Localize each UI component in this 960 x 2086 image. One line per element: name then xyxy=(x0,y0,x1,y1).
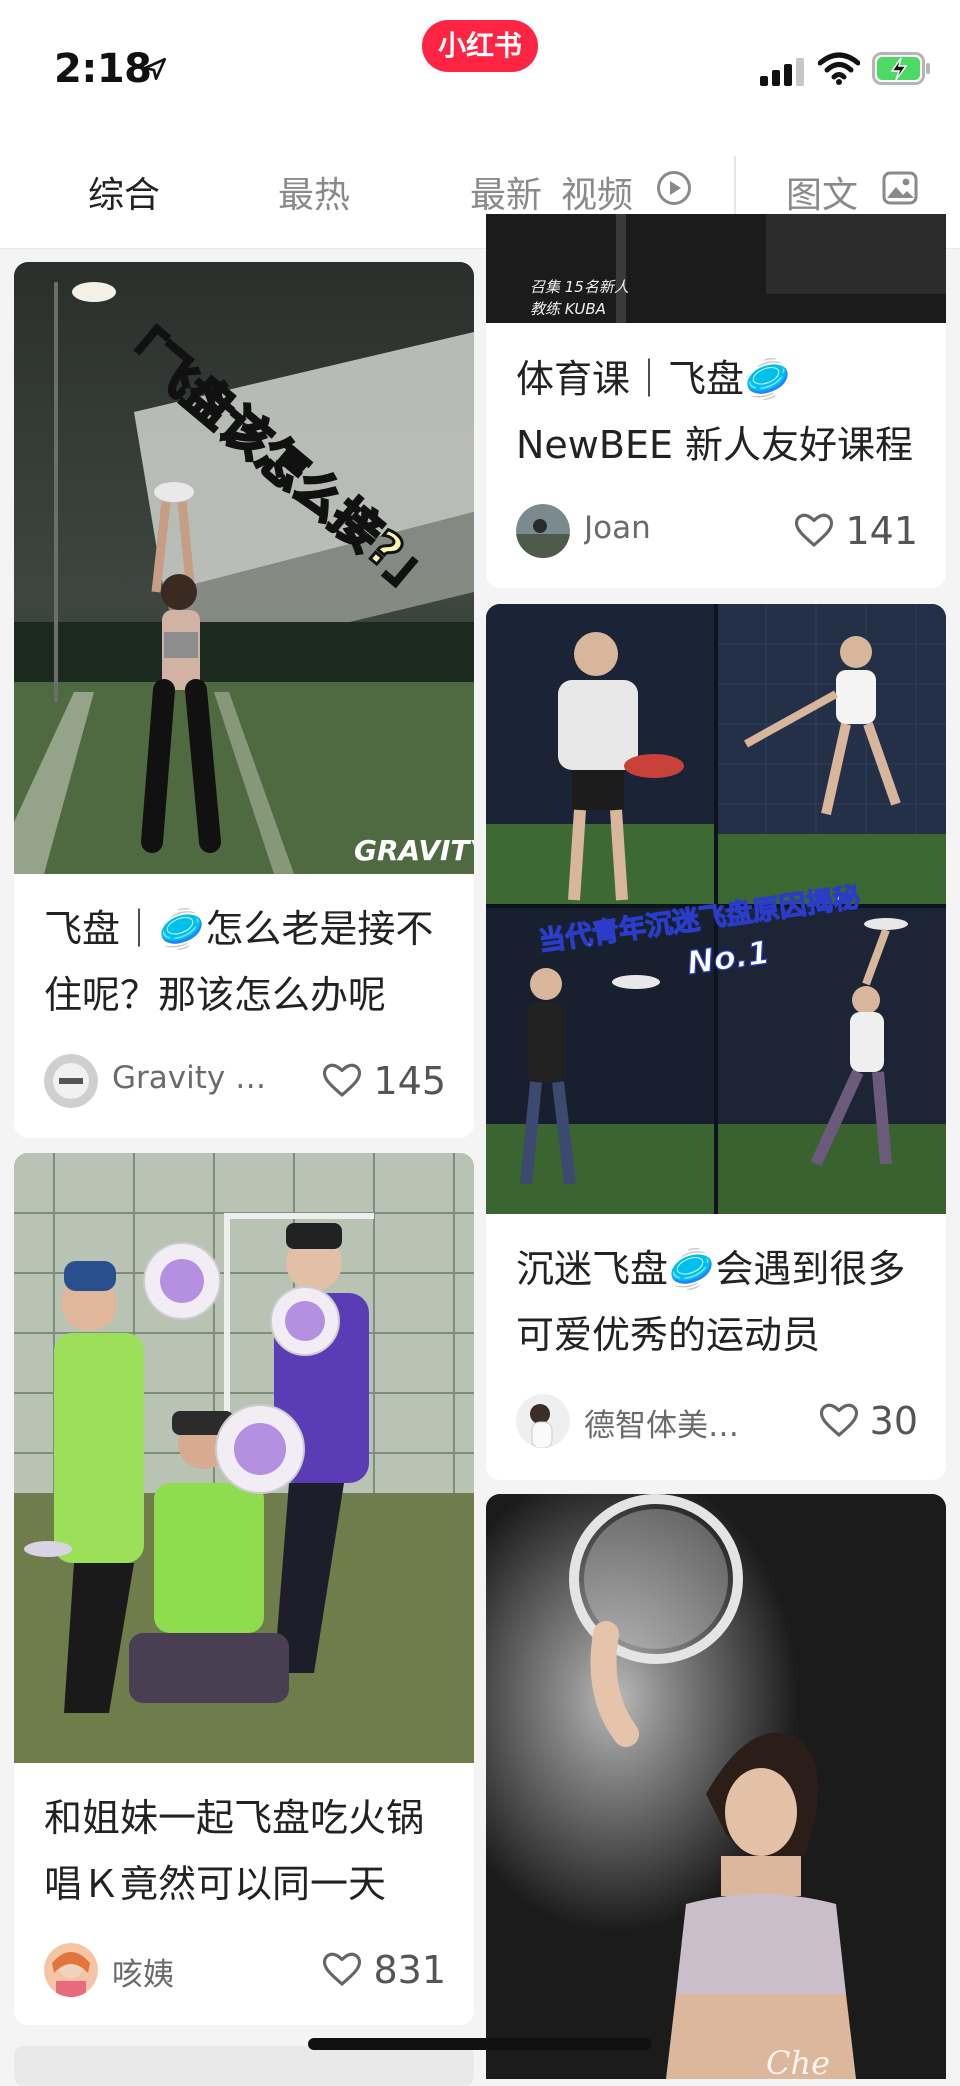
note-cover-image[interactable] xyxy=(14,1153,474,1763)
tab-hottest[interactable]: 最热 xyxy=(278,166,350,218)
author-name[interactable]: 德智体美… xyxy=(584,1400,754,1445)
note-card[interactable]: 召集 15名新人 教练 KUBA 体育课｜飞盘🥏NewBEE 新人友好课程 Jo… xyxy=(486,214,946,588)
note-card[interactable]: 「飞盘该怎么接?」 GRAVITY 飞盘｜🥏怎么老是接不住呢？那该怎么办呢 Gr… xyxy=(14,262,474,1138)
note-card[interactable]: 和姐妹一起飞盘吃火锅唱Ｋ竟然可以同一天 咳姨 831 xyxy=(14,1153,474,2025)
tab-image-text[interactable]: 图文 xyxy=(786,166,858,218)
status-bar: 2:18 小红书 xyxy=(0,0,960,128)
app-badge[interactable]: 小红书 xyxy=(422,20,538,72)
cover-photo-newbee-course: 召集 15名新人 教练 KUBA xyxy=(486,214,946,323)
heart-icon xyxy=(819,1403,858,1437)
cover-caption: 召集 15名新人 xyxy=(530,278,629,296)
heart-icon xyxy=(323,1063,362,1097)
heart-icon xyxy=(323,1952,362,1986)
wifi-icon xyxy=(818,52,860,85)
tab-latest[interactable]: 最新 xyxy=(470,166,542,218)
avatar[interactable] xyxy=(44,1054,98,1108)
note-cover-image[interactable]: 召集 15名新人 教练 KUBA xyxy=(486,214,946,323)
avatar[interactable] xyxy=(516,1394,570,1448)
tab-comprehensive[interactable]: 综合 xyxy=(88,166,160,218)
image-icon[interactable] xyxy=(882,170,918,206)
like-button[interactable]: 831 xyxy=(321,1943,446,1997)
cover-photo-frisbee-catch: 「飞盘该怎么接?」 GRAVITY xyxy=(14,262,474,874)
like-count: 141 xyxy=(845,509,918,553)
like-count: 30 xyxy=(869,1399,918,1443)
play-circle-icon[interactable] xyxy=(656,170,692,206)
cover-photo-friends-frisbee xyxy=(14,1153,474,1763)
cover-watermark: Che xyxy=(766,2044,830,2079)
author-name[interactable]: Gravity … xyxy=(112,1060,272,1096)
note-title[interactable]: 飞盘｜🥏怎么老是接不住呢？那该怎么办呢 xyxy=(44,896,448,1028)
home-indicator[interactable] xyxy=(308,2038,652,2050)
cover-photo-collage: 当代青年沉迷飞盘原因揭秘 No.1 xyxy=(486,604,946,1214)
cover-photo-night-player: Che xyxy=(486,1494,946,2079)
note-title[interactable]: 体育课｜飞盘🥏NewBEE 新人友好课程 xyxy=(516,346,920,478)
note-cover-image[interactable]: 「飞盘该怎么接?」 GRAVITY xyxy=(14,262,474,874)
avatar[interactable] xyxy=(44,1943,98,1997)
note-cover-image[interactable]: 当代青年沉迷飞盘原因揭秘 No.1 xyxy=(486,604,946,1214)
next-note-card-edge xyxy=(14,2046,474,2086)
like-button[interactable]: 141 xyxy=(793,504,918,558)
note-title[interactable]: 和姐妹一起飞盘吃火锅唱Ｋ竟然可以同一天 xyxy=(44,1785,448,1917)
like-count: 831 xyxy=(373,1948,446,1992)
author-name[interactable]: Joan xyxy=(584,510,734,546)
cellular-signal-icon xyxy=(760,58,804,86)
cover-caption: 教练 KUBA xyxy=(530,300,606,318)
note-cover-image[interactable]: Che xyxy=(486,1494,946,2079)
location-arrow-icon xyxy=(143,57,167,81)
like-button[interactable]: 30 xyxy=(818,1394,918,1448)
status-time: 2:18 xyxy=(54,46,152,92)
note-card[interactable]: 当代青年沉迷飞盘原因揭秘 No.1 沉迷飞盘🥏会遇到很多可爱优秀的运动员 德智体… xyxy=(486,604,946,1480)
battery-charging-icon xyxy=(872,52,930,85)
tab-video[interactable]: 视频 xyxy=(561,166,633,218)
like-count: 145 xyxy=(373,1059,446,1103)
like-button[interactable]: 145 xyxy=(321,1054,446,1108)
author-name[interactable]: 咳姨 xyxy=(112,1949,262,1994)
cover-watermark: GRAVITY xyxy=(354,834,474,867)
tab-divider xyxy=(734,156,736,218)
note-title[interactable]: 沉迷飞盘🥏会遇到很多可爱优秀的运动员 xyxy=(516,1236,920,1368)
heart-icon xyxy=(795,513,834,547)
avatar[interactable] xyxy=(516,504,570,558)
note-card[interactable]: Che xyxy=(486,1494,946,2079)
